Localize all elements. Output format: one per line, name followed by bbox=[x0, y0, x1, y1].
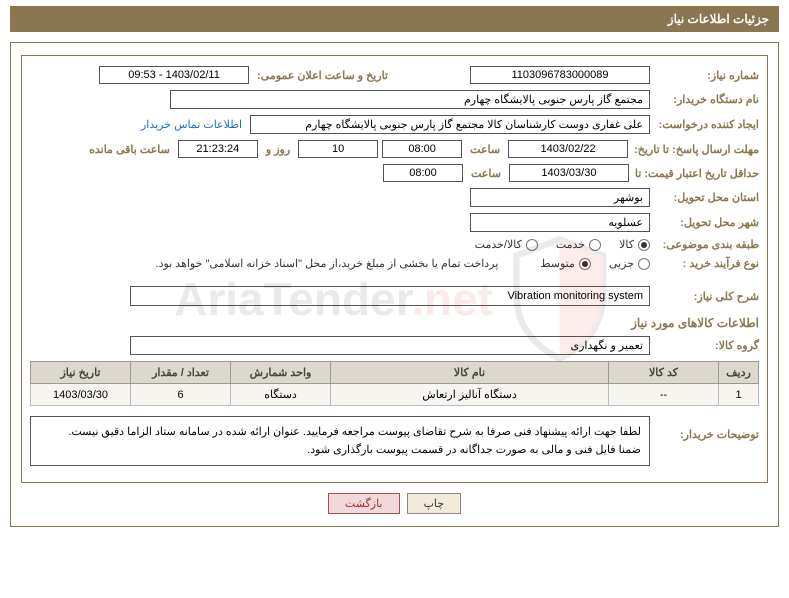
label-city: شهر محل تحویل: bbox=[654, 216, 759, 229]
col-uom: واحد شمارش bbox=[231, 362, 331, 384]
label-publish: تاریخ و ساعت اعلان عمومی: bbox=[253, 69, 392, 82]
general-desc-field: Vibration monitoring system bbox=[130, 286, 650, 306]
page-title: جزئیات اطلاعات نیاز bbox=[668, 12, 769, 26]
label-category: طبقه بندی موضوعی: bbox=[654, 238, 759, 251]
publish-field: 1403/02/11 - 09:53 bbox=[99, 66, 249, 84]
label-time-1: ساعت bbox=[466, 143, 504, 156]
treasury-note: پرداخت تمام یا بخشی از مبلغ خرید،از محل … bbox=[156, 257, 499, 270]
radio-process-medium[interactable]: متوسط bbox=[526, 257, 591, 270]
back-button[interactable]: بازگشت bbox=[328, 493, 400, 514]
col-date: تاریخ نیاز bbox=[31, 362, 131, 384]
buyer-note-line2: ضمنا فایل فنی و مالی به صورت جداگانه در … bbox=[39, 441, 641, 459]
need-no-field: 1103096783000089 bbox=[470, 66, 650, 84]
label-requester: ایجاد کننده درخواست: bbox=[654, 118, 759, 131]
buyer-note-line1: لطفا جهت ارائه پیشنهاد فنی صرفا به شرح ت… bbox=[39, 423, 641, 441]
requester-field: علی غفاری دوست کارشناسان کالا مجتمع گاز … bbox=[250, 115, 650, 134]
contact-link[interactable]: اطلاعات تماس خریدار bbox=[141, 118, 246, 131]
label-province: استان محل تحویل: bbox=[654, 191, 759, 204]
items-table: ردیف کد کالا نام کالا واحد شمارش تعداد /… bbox=[30, 361, 759, 406]
province-field: بوشهر bbox=[470, 188, 650, 207]
col-code: کد کالا bbox=[609, 362, 719, 384]
col-qty: تعداد / مقدار bbox=[131, 362, 231, 384]
radio-category-both[interactable]: کالا/خدمت bbox=[461, 238, 538, 251]
radio-icon bbox=[589, 239, 601, 251]
inner-panel: شماره نیاز: 1103096783000089 تاریخ و ساع… bbox=[21, 55, 768, 483]
label-buyer-org: نام دستگاه خریدار: bbox=[654, 93, 759, 106]
label-remaining: ساعت باقی مانده bbox=[85, 143, 174, 156]
outer-panel: شماره نیاز: 1103096783000089 تاریخ و ساع… bbox=[10, 42, 779, 527]
buyer-org-field: مجتمع گاز پارس جنوبی پالایشگاه چهارم bbox=[170, 90, 650, 109]
validity-date-field: 1403/03/30 bbox=[509, 164, 629, 182]
radio-icon bbox=[638, 258, 650, 270]
label-buyer-note: توضیحات خریدار: bbox=[654, 416, 759, 441]
radio-category-service[interactable]: خدمت bbox=[542, 238, 601, 251]
button-row: چاپ بازگشت bbox=[21, 493, 768, 514]
col-name: نام کالا bbox=[331, 362, 609, 384]
days-field: 10 bbox=[298, 140, 378, 158]
radio-icon bbox=[579, 258, 591, 270]
items-section-title: اطلاعات کالاهای مورد نیاز bbox=[30, 316, 759, 330]
deadline-date-field: 1403/02/22 bbox=[508, 140, 628, 158]
label-validity: حداقل تاریخ اعتبار قیمت: تا bbox=[633, 167, 759, 180]
label-deadline: مهلت ارسال پاسخ: تا تاریخ: bbox=[632, 143, 759, 156]
label-need-no: شماره نیاز: bbox=[654, 69, 759, 82]
radio-icon bbox=[526, 239, 538, 251]
city-field: عسلویه bbox=[470, 213, 650, 232]
print-button[interactable]: چاپ bbox=[407, 493, 462, 514]
label-general-desc: شرح کلی نیاز: bbox=[654, 290, 759, 303]
countdown-field: 21:23:24 bbox=[178, 140, 258, 158]
radio-icon bbox=[638, 239, 650, 251]
group-field: تعمیر و نگهداری bbox=[130, 336, 650, 355]
label-days-and: روز و bbox=[262, 143, 294, 156]
radio-process-minor[interactable]: جزیی bbox=[595, 257, 650, 270]
deadline-time-field: 08:00 bbox=[382, 140, 462, 158]
label-group: گروه کالا: bbox=[654, 339, 759, 352]
label-time-2: ساعت bbox=[467, 167, 505, 180]
validity-time-field: 08:00 bbox=[383, 164, 463, 182]
table-row: 1 -- دستگاه آنالیز ارتعاش دستگاه 6 1403/… bbox=[31, 384, 759, 406]
col-row: ردیف bbox=[719, 362, 759, 384]
radio-category-goods[interactable]: کالا bbox=[605, 238, 650, 251]
label-process: نوع فرآیند خرید : bbox=[654, 257, 759, 270]
page-title-bar: جزئیات اطلاعات نیاز bbox=[10, 6, 779, 32]
buyer-note-box: لطفا جهت ارائه پیشنهاد فنی صرفا به شرح ت… bbox=[30, 416, 650, 466]
